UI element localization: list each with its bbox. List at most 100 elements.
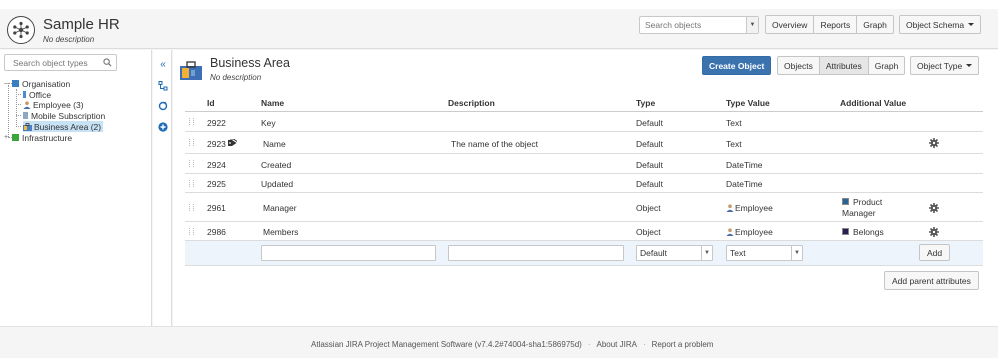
table-row[interactable]: 2986 Members Object Employee Belongs	[185, 223, 983, 241]
app-header: Sample HR No description ▼ Overview Repo…	[0, 0, 998, 49]
column-header-additional-value: Additional Value	[840, 98, 907, 108]
table-row[interactable]: 2922 Key Default Text	[185, 113, 983, 132]
type-select-value: Default	[640, 248, 667, 258]
chevron-down-icon[interactable]: ▼	[746, 17, 758, 33]
column-header-type-value: Type Value	[726, 98, 770, 108]
object-schema-dropdown[interactable]: Object Schema	[899, 15, 982, 34]
tree-item-office-label: Office	[29, 89, 52, 100]
new-attribute-type-value-select[interactable]: Text ▼	[726, 245, 803, 261]
column-header-id: Id	[207, 98, 215, 108]
gear-icon[interactable]	[929, 227, 939, 237]
drag-handle-icon[interactable]	[189, 227, 196, 235]
attribute-name: Manager	[263, 203, 297, 213]
attribute-id: 2925	[207, 179, 226, 189]
object-type-tabs: Objects Attributes Graph	[777, 56, 906, 75]
search-object-types-input[interactable]	[5, 55, 100, 70]
attribute-type-value: Text	[726, 139, 742, 149]
object-type-dropdown[interactable]: Object Type	[910, 56, 980, 75]
gear-icon[interactable]	[929, 138, 939, 148]
drag-handle-icon[interactable]	[189, 203, 196, 211]
search-objects-field[interactable]: ▼	[639, 16, 759, 34]
attribute-type: Default	[636, 179, 663, 189]
tree-item-infrastructure[interactable]: Infrastructure	[22, 133, 72, 143]
add-parent-attributes-button[interactable]: Add parent attributes	[884, 271, 979, 290]
overview-button[interactable]: Overview	[765, 15, 815, 34]
graph-button[interactable]: Graph	[857, 15, 894, 34]
column-header-name: Name	[261, 98, 285, 108]
report-problem-link[interactable]: Report a problem	[652, 340, 714, 349]
create-object-button[interactable]: Create Object	[702, 56, 772, 75]
tree-expander-organisation[interactable]: – Organisation	[4, 78, 70, 89]
table-row[interactable]: 2961 Manager Object Employee Product Man…	[185, 194, 983, 222]
additional-value-line2: Manager	[842, 208, 876, 218]
attributes-panel: Business Area No description Create Obje…	[173, 50, 998, 326]
add-button[interactable]: Add	[919, 244, 951, 261]
tree-connector	[16, 126, 21, 127]
type-value-select-value: Text	[730, 248, 746, 258]
object-schema-label: Object Schema	[906, 19, 965, 30]
chevron-down-icon[interactable]: ▼	[701, 246, 712, 260]
footer-separator: ·	[642, 340, 646, 349]
tab-attributes[interactable]: Attributes	[819, 56, 869, 75]
expand-icon[interactable]: +	[4, 134, 12, 141]
table-row[interactable]: 2925 Updated Default DateTime	[185, 175, 983, 193]
drag-handle-icon[interactable]	[189, 138, 196, 146]
attribute-id: 2924	[207, 160, 226, 170]
drag-handle-icon[interactable]	[189, 117, 196, 125]
office-icon	[23, 91, 26, 98]
color-swatch	[842, 228, 849, 235]
collapse-icon[interactable]: –	[4, 80, 12, 87]
tree-item-organisation[interactable]: Organisation	[22, 79, 70, 89]
about-jira-link[interactable]: About JIRA	[597, 340, 637, 349]
gear-icon[interactable]	[929, 203, 939, 213]
tree-connector	[16, 115, 21, 116]
attribute-name: Key	[261, 118, 276, 128]
attribute-name: Updated	[261, 179, 294, 189]
new-attribute-name-input[interactable]	[261, 245, 436, 261]
tree-item-mobile-subscription[interactable]: Mobile Subscription	[23, 110, 105, 121]
view-nav: Overview Reports Graph	[765, 15, 894, 34]
attribute-id: 2986	[207, 227, 226, 237]
attribute-type: Default	[636, 160, 663, 170]
attribute-type-value: Employee	[735, 203, 773, 213]
refresh-icon[interactable]	[158, 101, 168, 111]
search-objects-input[interactable]	[640, 17, 745, 33]
footer-software-text: Atlassian JIRA Project Management Softwa…	[311, 340, 582, 349]
color-swatch	[842, 198, 849, 205]
tab-graph[interactable]: Graph	[868, 56, 906, 75]
briefcase-icon	[179, 58, 203, 82]
new-attribute-description-input[interactable]	[448, 245, 624, 261]
tab-objects[interactable]: Objects	[777, 56, 820, 75]
tree-item-employee-label: Employee (3)	[33, 99, 84, 110]
schema-logo-icon	[7, 16, 35, 44]
attribute-type-value: Employee	[735, 227, 773, 237]
drag-handle-icon[interactable]	[189, 159, 196, 167]
search-icon	[103, 58, 112, 67]
tree-connector	[16, 104, 21, 105]
table-row[interactable]: 2924 Created Default DateTime	[185, 155, 983, 174]
employee-icon	[726, 228, 734, 236]
app-title: Sample HR	[43, 16, 120, 33]
attribute-id: 2922	[207, 118, 226, 128]
object-type-tree-panel: – Organisation Office Employee (3) Mobil…	[0, 50, 152, 326]
tree-expander-infrastructure[interactable]: + Infrastructure	[4, 132, 72, 143]
hierarchy-icon[interactable]	[158, 81, 168, 91]
new-attribute-type-select[interactable]: Default ▼	[636, 245, 713, 261]
tree-item-business-area[interactable]: Business Area (2)	[23, 121, 104, 132]
tree-item-employee[interactable]: Employee (3)	[23, 99, 84, 110]
attribute-type-value: DateTime	[726, 160, 763, 170]
new-attribute-row: Default ▼ Text ▼ Add	[185, 241, 983, 266]
tree-item-business-area-label: Business Area (2)	[34, 121, 102, 132]
attribute-type: Default	[636, 139, 663, 149]
attribute-type-value-cell: Employee	[726, 203, 773, 213]
search-object-types-field[interactable]	[4, 54, 117, 71]
label-tag-icon	[228, 139, 237, 146]
chevron-down-icon[interactable]: ▼	[791, 246, 802, 260]
reports-button[interactable]: Reports	[814, 15, 858, 34]
additional-value-cell: Product Manager	[842, 197, 882, 219]
add-object-type-icon[interactable]	[158, 122, 168, 132]
collapse-panel-icon[interactable]: «	[158, 59, 168, 70]
drag-handle-icon[interactable]	[189, 179, 196, 187]
attribute-type-value-cell: Employee	[726, 227, 773, 237]
table-row[interactable]: 2923 Name The name of the object Default…	[185, 133, 983, 154]
